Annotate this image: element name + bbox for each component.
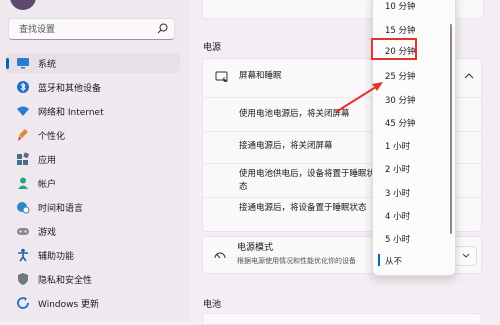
annotation-arrow (335, 82, 383, 113)
